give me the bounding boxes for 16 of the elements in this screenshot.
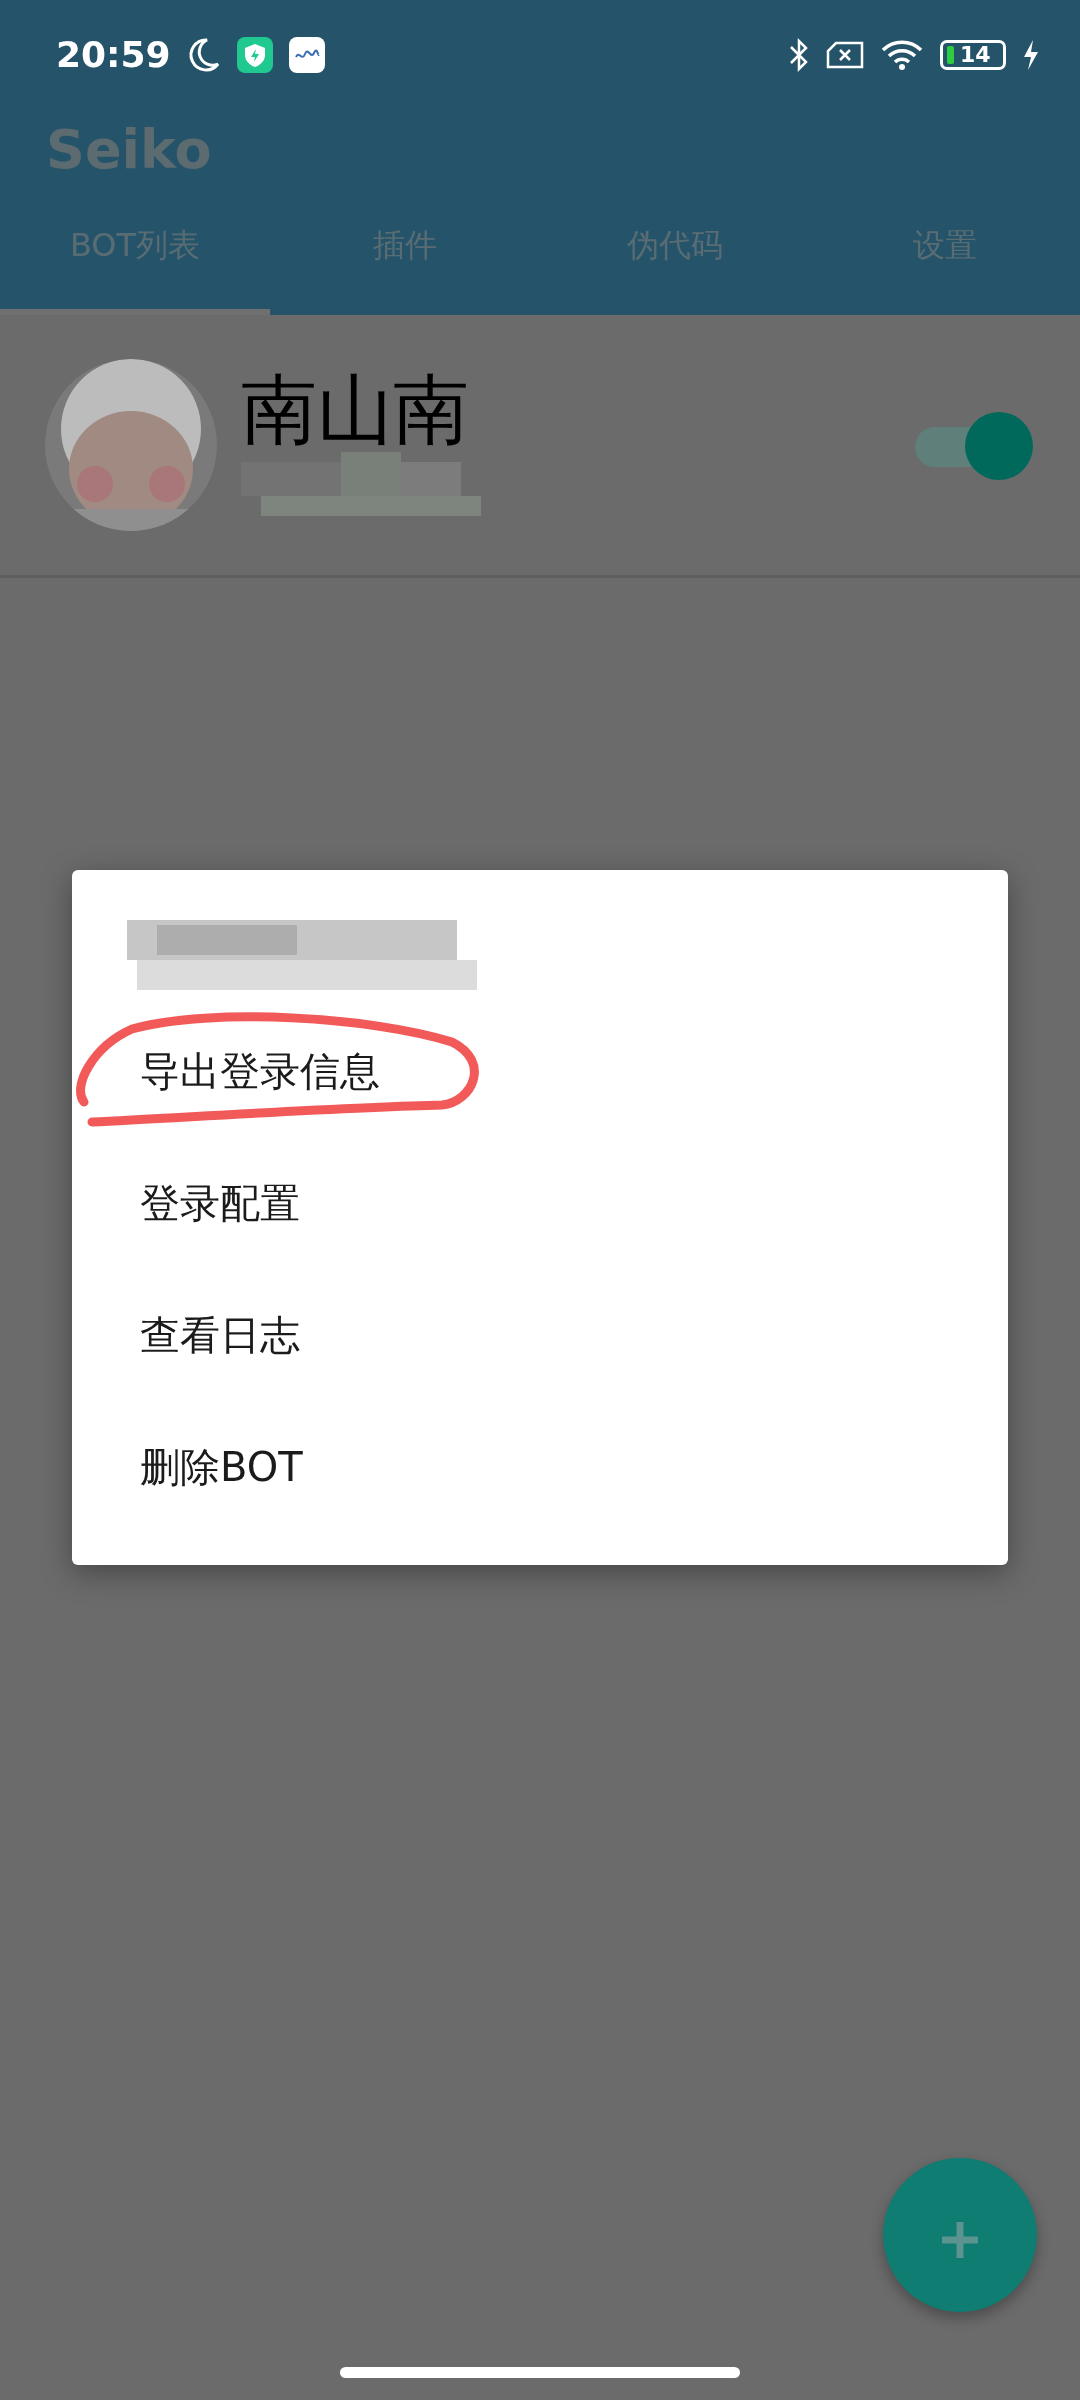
- bluetooth-icon: [788, 37, 810, 73]
- battery-fill: [947, 46, 954, 64]
- shield-app-icon: [236, 37, 273, 73]
- menu-item[interactable]: 导出登录信息: [72, 1005, 1008, 1137]
- sim-card-x-icon: [826, 41, 864, 69]
- toggle-switch[interactable]: [915, 410, 1035, 480]
- battery-level-text: 14: [960, 44, 991, 66]
- menu-item[interactable]: 登录配置: [72, 1137, 1008, 1269]
- bot-name: 南山南: [241, 372, 470, 448]
- moon-icon: [186, 37, 221, 73]
- menu-item[interactable]: 查看日志: [72, 1269, 1008, 1401]
- home-indicator[interactable]: [340, 2367, 740, 2378]
- menu-item[interactable]: 删除BOT: [72, 1401, 1008, 1533]
- status-time: 20:59: [56, 33, 171, 77]
- app-icon: [288, 37, 325, 73]
- wifi-icon: [880, 38, 924, 72]
